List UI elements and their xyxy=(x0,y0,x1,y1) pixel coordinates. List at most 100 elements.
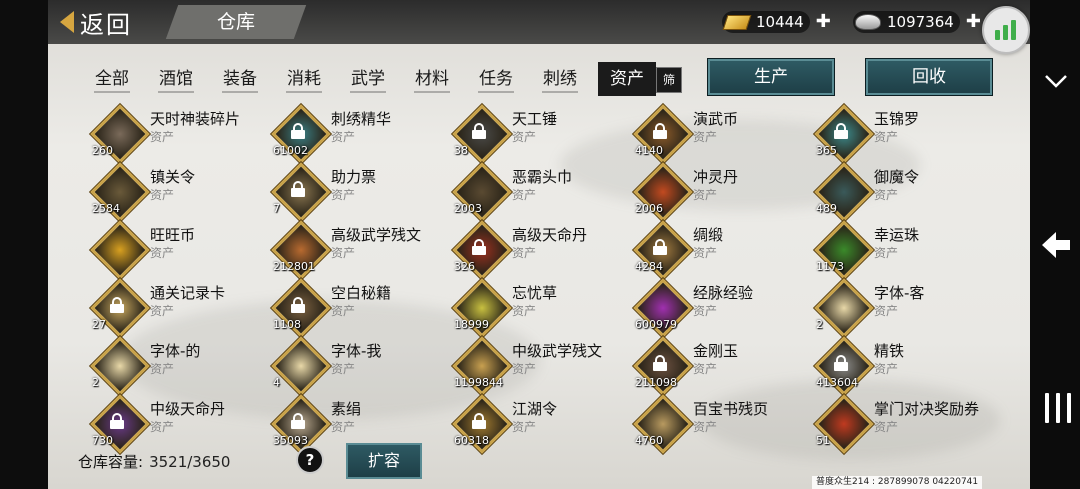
item-slot[interactable]: 413604 精铁 资产 xyxy=(812,336,992,396)
back-nav-icon[interactable] xyxy=(1040,230,1072,260)
item-slot[interactable]: 51 掌门对决奖励券 资产 xyxy=(812,394,992,454)
menu-nav-icon[interactable] xyxy=(1045,393,1071,423)
item-name: 通关记录卡 xyxy=(150,284,226,302)
tab-tavern[interactable]: 酒馆 xyxy=(144,62,208,96)
silver-amount: 1097364 xyxy=(887,13,954,31)
item-count: 365 xyxy=(816,144,837,157)
item-type: 资产 xyxy=(512,246,537,260)
page-title: 仓库 xyxy=(216,11,255,33)
item-name: 幸运珠 xyxy=(874,226,920,244)
plus-icon[interactable]: ✚ xyxy=(966,13,981,31)
item-slot[interactable]: 1173 幸运珠 资产 xyxy=(812,220,992,280)
item-slot[interactable]: 211098 金刚玉 资产 xyxy=(631,336,811,396)
item-slot[interactable]: 1199844 中级武学残文 资产 xyxy=(450,336,630,396)
filter-button[interactable]: 筛 xyxy=(656,67,682,93)
lock-icon xyxy=(834,123,848,139)
item-slot[interactable]: 326 高级天命丹 资产 xyxy=(450,220,630,280)
item-type: 资产 xyxy=(874,130,899,144)
tab-assets[interactable]: 资产 xyxy=(598,62,656,96)
item-name: 字体-我 xyxy=(331,342,382,360)
help-button[interactable]: ? xyxy=(296,446,324,474)
item-count: 60318 xyxy=(454,434,489,447)
signal-icon[interactable] xyxy=(982,6,1030,54)
item-slot[interactable]: 61002 刺绣精华 资产 xyxy=(269,104,449,164)
item-type: 资产 xyxy=(331,130,356,144)
item-slot[interactable]: 365 玉锦罗资产 xyxy=(812,104,992,164)
item-type: 资产 xyxy=(331,304,356,318)
item-slot[interactable]: 7 助力票 资产 xyxy=(269,162,449,222)
item-slot[interactable]: 4760 百宝书残页 资产 xyxy=(631,394,811,454)
item-slot[interactable]: 2006 冲灵丹 资产 xyxy=(631,162,811,222)
back-button[interactable]: 返回 xyxy=(60,4,132,40)
item-count: 600979 xyxy=(635,318,677,331)
item-name: 百宝书残页 xyxy=(693,400,769,418)
item-count: 27 xyxy=(92,318,106,331)
item-slot[interactable]: 730 中级天命丹 资产 xyxy=(88,394,268,454)
tab-embroidery[interactable]: 刺绣 xyxy=(528,62,592,96)
server-info: 普度众生214 : 287899078 04220741 xyxy=(812,476,983,489)
capacity-value: 3521/3650 xyxy=(149,453,231,471)
tab-all[interactable]: 全部 xyxy=(80,62,144,96)
item-count: 489 xyxy=(816,202,837,215)
item-type: 资产 xyxy=(693,130,718,144)
item-slot[interactable]: 18999 忘忧草 资产 xyxy=(450,278,630,338)
left-edge xyxy=(0,0,48,489)
item-type: 资产 xyxy=(150,246,175,260)
chevron-down-icon[interactable] xyxy=(1043,68,1069,94)
lock-icon xyxy=(472,413,486,429)
item-slot[interactable]: 600979 经脉经验 资产 xyxy=(631,278,811,338)
item-type: 资产 xyxy=(693,362,718,376)
item-slot[interactable]: 60318 江湖令 资产 xyxy=(450,394,630,454)
item-type: 资产 xyxy=(512,304,537,318)
lock-icon xyxy=(110,297,124,313)
item-name: 字体-客 xyxy=(874,284,925,302)
item-slot[interactable]: 2 字体-客 资产 xyxy=(812,278,992,338)
expand-button[interactable]: 扩容 xyxy=(346,443,422,479)
recycle-button[interactable]: 回收 xyxy=(866,59,992,95)
item-count: 18999 xyxy=(454,318,489,331)
plus-icon[interactable]: ✚ xyxy=(816,13,831,31)
item-name: 空白秘籍 xyxy=(331,284,392,302)
tab-consumable[interactable]: 消耗 xyxy=(272,62,336,96)
item-name: 高级武学残文 xyxy=(331,226,422,244)
item-count: 1199844 xyxy=(454,376,503,389)
item-slot[interactable]: 2 字体-的 资产 xyxy=(88,336,268,396)
tab-quest[interactable]: 任务 xyxy=(464,62,528,96)
item-slot[interactable]: 4284 绸缎 资产 xyxy=(631,220,811,280)
tab-equipment[interactable]: 装备 xyxy=(208,62,272,96)
item-type: 资产 xyxy=(512,362,537,376)
item-type: 资产 xyxy=(150,304,175,318)
item-name: 恶霸头巾 xyxy=(512,168,573,186)
lock-icon xyxy=(653,123,667,139)
tab-material[interactable]: 材料 xyxy=(400,62,464,96)
gold-ingot-icon xyxy=(722,8,752,36)
item-type: 资产 xyxy=(874,188,899,202)
tab-martial[interactable]: 武学 xyxy=(336,62,400,96)
lock-icon xyxy=(291,181,305,197)
item-type: 资产 xyxy=(331,362,356,376)
item-slot[interactable]: 27 通关记录卡资产 xyxy=(88,278,268,338)
item-type: 资产 xyxy=(874,246,899,260)
item-slot[interactable]: 38 天工锤 资产 xyxy=(450,104,630,164)
item-name: 掌门对决奖励券 xyxy=(874,400,980,418)
item-slot[interactable]: 2003 恶霸头巾 资产 xyxy=(450,162,630,222)
item-slot[interactable]: 1108 空白秘籍 资产 xyxy=(269,278,449,338)
item-frame xyxy=(90,220,150,280)
item-type: 资产 xyxy=(693,246,718,260)
item-slot[interactable]: 4 字体-我 资产 xyxy=(269,336,449,396)
item-name: 天工锤 xyxy=(512,110,558,128)
item-slot[interactable]: 2584 镇关令 资产 xyxy=(88,162,268,222)
produce-button[interactable]: 生产 xyxy=(708,59,834,95)
item-count: 61002 xyxy=(273,144,308,157)
lock-icon xyxy=(472,123,486,139)
item-slot[interactable]: 旺旺币 资产 xyxy=(88,220,268,280)
item-count: 7 xyxy=(273,202,280,215)
item-slot[interactable]: 4140 演武币 资产 xyxy=(631,104,811,164)
item-slot[interactable]: 260 天时神装碎片 资产 xyxy=(88,104,268,164)
item-type: 资产 xyxy=(874,362,899,376)
lock-icon xyxy=(653,355,667,371)
item-name: 玉锦罗 xyxy=(874,110,920,128)
item-type: 资产 xyxy=(693,188,718,202)
item-slot[interactable]: 489 御魔令 资产 xyxy=(812,162,992,222)
item-slot[interactable]: 212801 高级武学残文 资产 xyxy=(269,220,449,280)
